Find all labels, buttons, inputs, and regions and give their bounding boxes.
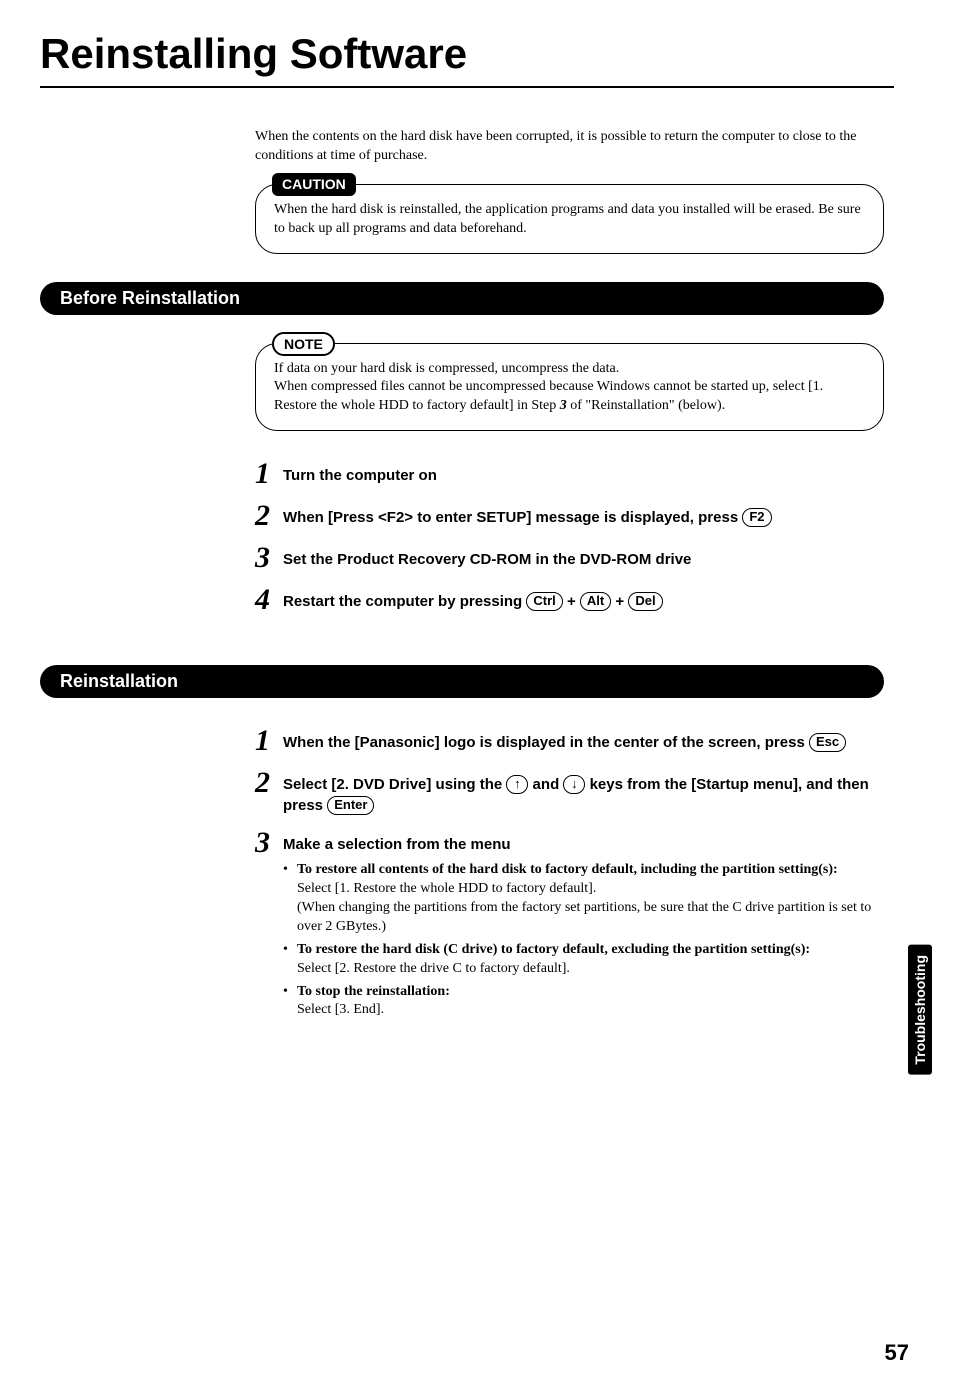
- option-head: To restore the hard disk (C drive) to fa…: [297, 942, 810, 957]
- plus: +: [611, 593, 628, 610]
- note-step-ref: 3: [560, 398, 567, 413]
- before-step-1: 1 Turn the computer on: [255, 459, 884, 489]
- reinstall-step-2: 2 Select [2. DVD Drive] using the ↑ and …: [255, 768, 884, 816]
- option-body: Select [1. Restore the whole HDD to fact…: [297, 880, 884, 937]
- key-alt: Alt: [580, 592, 611, 611]
- caution-label: CAUTION: [272, 173, 356, 196]
- key-up-arrow: ↑: [506, 775, 528, 794]
- caution-box: CAUTION When the hard disk is reinstalle…: [255, 184, 884, 254]
- page-title: Reinstalling Software: [40, 30, 894, 78]
- caution-text: When the hard disk is reinstalled, the a…: [274, 202, 861, 236]
- option-2: To restore the hard disk (C drive) to fa…: [283, 941, 884, 979]
- key-ctrl: Ctrl: [526, 592, 562, 611]
- option-head: To stop the reinstallation:: [297, 984, 450, 999]
- key-down-arrow: ↓: [563, 775, 585, 794]
- step-text: Select [2. DVD Drive] using the ↑ and ↓ …: [283, 768, 884, 816]
- title-underline: [40, 86, 894, 88]
- reinstall-step-1: 1 When the [Panasonic] logo is displayed…: [255, 726, 884, 756]
- side-tab-troubleshooting: Troubleshooting: [908, 945, 932, 1075]
- option-body: Select [2. Restore the drive C to factor…: [297, 960, 884, 979]
- key-esc: Esc: [809, 733, 846, 752]
- step-number: 3: [255, 828, 283, 858]
- note-line2a: When compressed files cannot be uncompre…: [274, 379, 823, 413]
- option-3: To stop the reinstallation: Select [3. E…: [283, 983, 884, 1021]
- key-f2: F2: [742, 508, 771, 527]
- step-number: 3: [255, 543, 283, 573]
- note-line2b: of "Reinstallation" (below).: [567, 398, 725, 413]
- step-number: 2: [255, 501, 283, 531]
- before-step-3: 3 Set the Product Recovery CD-ROM in the…: [255, 543, 884, 573]
- reinstall-step-3: 3 Make a selection from the menu To rest…: [255, 828, 884, 1024]
- step-text: When [Press <F2> to enter SETUP] message…: [283, 501, 884, 528]
- step-text-part: Select [2. DVD Drive] using the: [283, 776, 506, 793]
- intro-paragraph: When the contents on the hard disk have …: [255, 128, 884, 166]
- step-text: When the [Panasonic] logo is displayed i…: [283, 726, 884, 753]
- key-enter: Enter: [327, 796, 374, 815]
- step-text-part: When [Press <F2> to enter SETUP] message…: [283, 509, 742, 526]
- option-1: To restore all contents of the hard disk…: [283, 861, 884, 937]
- step-text: Restart the computer by pressing Ctrl + …: [283, 585, 884, 612]
- page-number: 57: [885, 1340, 909, 1366]
- step-number: 1: [255, 726, 283, 756]
- note-box: NOTE If data on your hard disk is compre…: [255, 343, 884, 432]
- plus: +: [563, 593, 580, 610]
- step-number: 2: [255, 768, 283, 798]
- key-del: Del: [628, 592, 662, 611]
- section-before-reinstallation: Before Reinstallation: [40, 282, 884, 315]
- step-text: Turn the computer on: [283, 459, 884, 486]
- step-text: Make a selection from the menu To restor…: [283, 828, 884, 1024]
- step-number: 4: [255, 585, 283, 615]
- option-head: To restore all contents of the hard disk…: [297, 862, 838, 877]
- step-text-part: Restart the computer by pressing: [283, 593, 526, 610]
- section-reinstallation: Reinstallation: [40, 665, 884, 698]
- options-list: To restore all contents of the hard disk…: [283, 861, 884, 1020]
- note-label: NOTE: [272, 332, 335, 357]
- before-step-2: 2 When [Press <F2> to enter SETUP] messa…: [255, 501, 884, 531]
- step-number: 1: [255, 459, 283, 489]
- step-text: Set the Product Recovery CD-ROM in the D…: [283, 543, 884, 570]
- step-text-part: When the [Panasonic] logo is displayed i…: [283, 734, 809, 751]
- before-step-4: 4 Restart the computer by pressing Ctrl …: [255, 585, 884, 615]
- note-line1: If data on your hard disk is compressed,…: [274, 361, 619, 376]
- option-body: Select [3. End].: [297, 1001, 884, 1020]
- step-and: and: [528, 776, 563, 793]
- step-heading: Make a selection from the menu: [283, 836, 511, 853]
